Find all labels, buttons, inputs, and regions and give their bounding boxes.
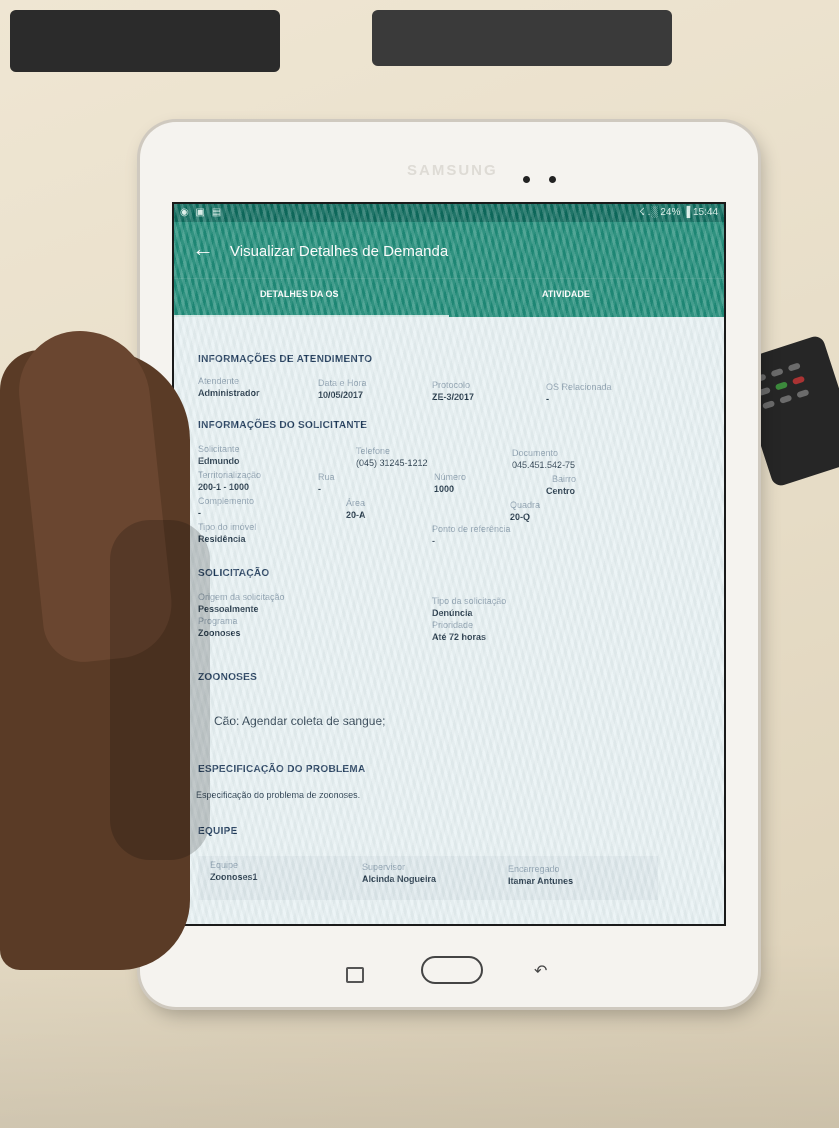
field-label: Área (346, 498, 366, 508)
field-label: Tipo do imóvel (198, 522, 257, 532)
field-value: 045.451.542-75 (512, 460, 576, 470)
field-label: Data e Hora (318, 378, 367, 388)
hardware-back-icon[interactable]: ↶ (534, 961, 547, 981)
field-label: Supervisor (362, 862, 406, 872)
field-value: 1000 (434, 484, 455, 494)
field-value: 200-1 - 1000 (198, 482, 250, 492)
tablet-screen: ◉ ▣ ▤ ☇ .░ 24% ▐ 15:44 ← Visualizar Deta… (172, 202, 726, 926)
field-label: Territorialização (198, 470, 262, 480)
field-value: 20-Q (510, 512, 531, 522)
front-camera-icon (523, 176, 530, 183)
field-value: 20-A (346, 510, 366, 520)
back-arrow-icon[interactable]: ← (192, 236, 214, 262)
field-label: OS Relacionada (546, 382, 612, 392)
app-bar: ← Visualizar Detalhes de Demanda (174, 222, 724, 278)
field-label: Solicitante (198, 444, 240, 454)
field-value: (045) 31245-1212 (356, 458, 428, 468)
recent-apps-icon[interactable] (346, 967, 364, 983)
tablet-device: SAMSUNG ◉ ▣ ▤ ☇ .░ 24% ▐ 15:44 ← Visuali… (140, 122, 758, 1007)
field-label: Quadra (510, 500, 541, 510)
field-label: Documento (512, 448, 559, 458)
field-value: - (546, 394, 549, 404)
field-value: - (432, 536, 435, 546)
photo-scene: SAMSUNG ◉ ▣ ▤ ☇ .░ 24% ▐ 15:44 ← Visuali… (0, 0, 839, 1128)
section-heading-problema: ESPECIFICAÇÃO DO PROBLEMA (198, 764, 366, 775)
page-title: Visualizar Detalhes de Demanda (230, 243, 449, 260)
field-label: Número (434, 472, 467, 482)
hand-shadow (110, 520, 210, 860)
field-label: Atendente (198, 376, 240, 386)
status-bar: ◉ ▣ ▤ ☇ .░ 24% ▐ 15:44 (174, 204, 724, 222)
field-label: Equipe (210, 860, 239, 870)
field-value: Centro (546, 486, 575, 496)
tab-bar: DETALHES DA OS ATIVIDADE (174, 278, 724, 317)
field-value: Alcinda Nogueira (362, 874, 437, 884)
field-value: ZE-3/2017 (432, 392, 475, 402)
section-heading-solicitante: INFORMAÇÕES DO SOLICITANTE (198, 420, 368, 431)
field-value: - (318, 484, 321, 494)
field-value: Até 72 horas (432, 632, 487, 642)
notification-icons: ◉ ▣ ▤ (180, 207, 224, 218)
field-value: Edmundo (198, 456, 240, 466)
field-label: Rua (318, 472, 335, 482)
details-content: INFORMAÇÕES DE ATENDIMENTO Atendente Adm… (174, 316, 724, 924)
zoonoses-text: Cão: Agendar coleta de sangue; (214, 714, 386, 728)
field-value: - (198, 508, 201, 518)
field-label: Complemento (198, 496, 255, 506)
field-label: Prioridade (432, 620, 474, 630)
field-value: Itamar Antunes (508, 876, 574, 886)
field-label: Bairro (552, 474, 577, 484)
field-label: Tipo da solicitação (432, 596, 507, 606)
field-value: Zoonoses1 (210, 872, 258, 882)
field-value: 10/05/2017 (318, 390, 364, 400)
section-heading-atendimento: INFORMAÇÕES DE ATENDIMENTO (198, 354, 373, 365)
field-label: Origem da solicitação (198, 592, 285, 602)
home-button[interactable] (421, 956, 483, 984)
problem-text: Especificação do problema de zoonoses. (196, 790, 361, 800)
sensor-icon (549, 176, 556, 183)
status-right: ☇ .░ 24% ▐ 15:44 (639, 207, 718, 218)
field-label: Encarregado (508, 864, 560, 874)
field-value: Administrador (198, 388, 260, 398)
tab-detalhes-da-os[interactable]: DETALHES DA OS (260, 289, 339, 299)
field-label: Telefone (356, 446, 391, 456)
field-label: Protocolo (432, 380, 471, 390)
field-value: Denúncia (432, 608, 473, 618)
background-monitor (10, 10, 280, 72)
device-brand: SAMSUNG (407, 162, 498, 179)
field-label: Ponto de referência (432, 524, 511, 534)
background-monitor (372, 10, 672, 66)
tab-atividade[interactable]: ATIVIDADE (542, 289, 590, 299)
